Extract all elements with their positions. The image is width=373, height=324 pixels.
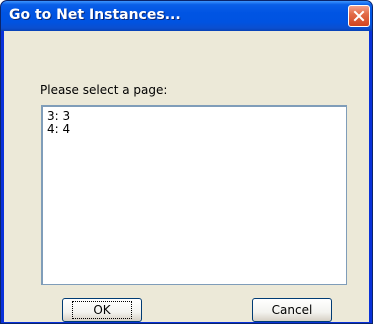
close-button[interactable] (348, 5, 370, 27)
close-icon (353, 10, 365, 22)
dialog-window: Go to Net Instances... Please select a p… (0, 0, 373, 324)
title-bar[interactable]: Go to Net Instances... (1, 1, 372, 31)
prompt-label: Please select a page: (40, 83, 168, 97)
ok-button[interactable]: OK (62, 298, 142, 322)
list-item[interactable]: 3: 3 (47, 110, 342, 123)
window-title: Go to Net Instances... (9, 7, 181, 23)
ok-button-label: OK (72, 301, 132, 319)
dialog-body: Please select a page: 3: 3 4: 4 OK Cance… (4, 31, 369, 322)
list-item[interactable]: 4: 4 (47, 123, 342, 136)
page-listbox[interactable]: 3: 3 4: 4 (41, 105, 347, 285)
cancel-button[interactable]: Cancel (252, 298, 332, 322)
cancel-button-label: Cancel (271, 303, 313, 317)
